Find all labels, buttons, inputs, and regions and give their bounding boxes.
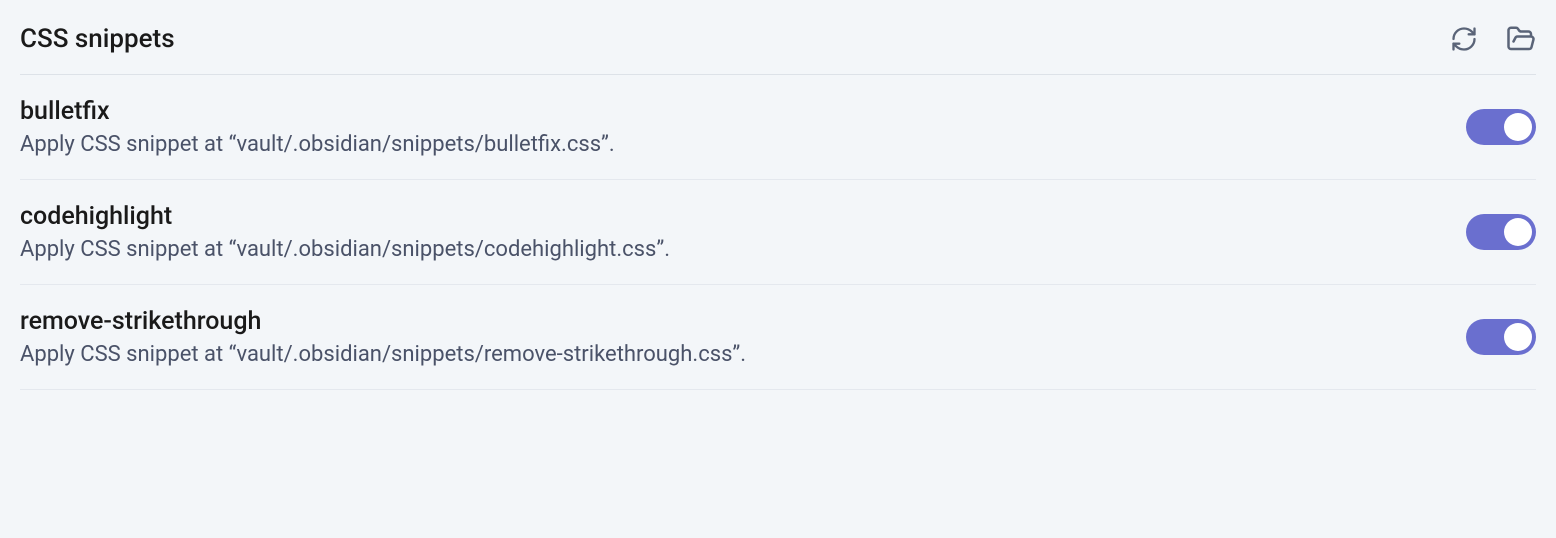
- folder-icon: [1506, 24, 1536, 54]
- snippet-description: Apply CSS snippet at “vault/.obsidian/sn…: [20, 132, 1466, 157]
- section-header: CSS snippets: [20, 0, 1536, 75]
- snippet-row: remove-strikethrough Apply CSS snippet a…: [20, 285, 1536, 390]
- toggle-knob: [1504, 323, 1532, 351]
- snippet-name: codehighlight: [20, 202, 1466, 231]
- snippet-info: codehighlight Apply CSS snippet at “vaul…: [20, 202, 1466, 262]
- toggle-knob: [1504, 218, 1532, 246]
- refresh-icon: [1450, 25, 1478, 53]
- toggle-knob: [1504, 113, 1532, 141]
- snippet-toggle-bulletfix[interactable]: [1466, 109, 1536, 145]
- snippet-description: Apply CSS snippet at “vault/.obsidian/sn…: [20, 237, 1466, 262]
- snippet-name: remove-strikethrough: [20, 307, 1466, 336]
- snippet-name: bulletfix: [20, 97, 1466, 126]
- snippet-description: Apply CSS snippet at “vault/.obsidian/sn…: [20, 342, 1466, 367]
- snippet-row: bulletfix Apply CSS snippet at “vault/.o…: [20, 75, 1536, 180]
- snippet-toggle-codehighlight[interactable]: [1466, 214, 1536, 250]
- reload-button[interactable]: [1450, 25, 1478, 53]
- section-title: CSS snippets: [20, 24, 175, 54]
- snippet-info: remove-strikethrough Apply CSS snippet a…: [20, 307, 1466, 367]
- snippet-row: codehighlight Apply CSS snippet at “vaul…: [20, 180, 1536, 285]
- snippet-toggle-remove-strikethrough[interactable]: [1466, 319, 1536, 355]
- snippet-info: bulletfix Apply CSS snippet at “vault/.o…: [20, 97, 1466, 157]
- header-actions: [1450, 24, 1536, 54]
- open-folder-button[interactable]: [1506, 24, 1536, 54]
